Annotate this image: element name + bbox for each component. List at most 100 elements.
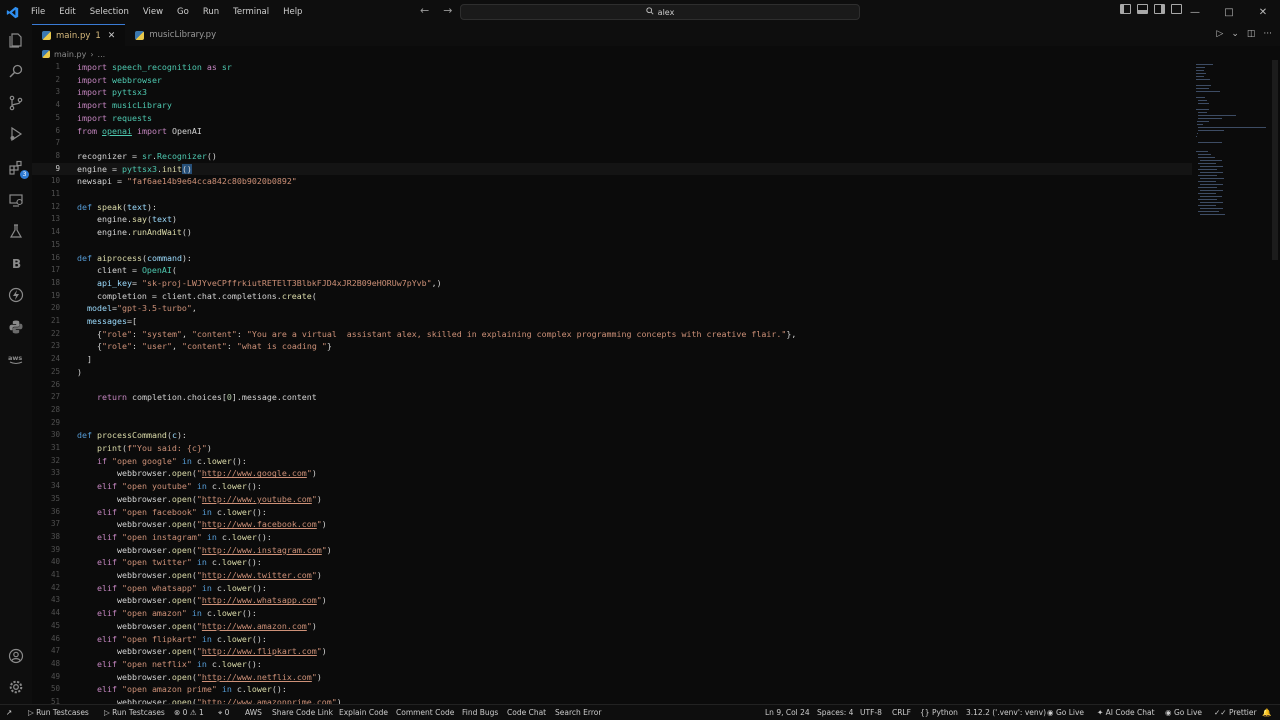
- aws-icon[interactable]: aws: [6, 348, 26, 368]
- breadcrumb-symbol[interactable]: ...: [98, 50, 106, 59]
- run-python-file-icon[interactable]: ▷: [1216, 29, 1223, 39]
- menu-file[interactable]: File: [24, 0, 52, 24]
- code-line[interactable]: 26: [32, 379, 1192, 392]
- code-line[interactable]: 31 print(f"You said: {c}"): [32, 442, 1192, 455]
- status-search-error[interactable]: Search Error: [555, 705, 601, 720]
- status-go-live-1[interactable]: ◉ Go Live: [1047, 705, 1084, 720]
- code-line[interactable]: 37 webbrowser.open("http://www.facebook.…: [32, 518, 1192, 531]
- status-run-testcases-1[interactable]: ▷ Run Testcases: [28, 705, 89, 720]
- python-icon[interactable]: [6, 317, 26, 337]
- code-line[interactable]: 25): [32, 366, 1192, 379]
- more-actions-icon[interactable]: ···: [1263, 29, 1272, 39]
- code-line[interactable]: 39 webbrowser.open("http://www.instagram…: [32, 544, 1192, 557]
- minimize-icon[interactable]: —: [1178, 0, 1212, 24]
- tab-musiclibrary-py[interactable]: musicLibrary.py: [125, 24, 226, 46]
- status-eol[interactable]: CRLF: [892, 705, 911, 720]
- status-ports[interactable]: ⌖ 0: [218, 705, 229, 720]
- code-line[interactable]: 22 {"role": "system", "content": "You ar…: [32, 328, 1192, 341]
- search-view-icon[interactable]: [6, 61, 26, 81]
- scrollbar-thumb[interactable]: [1272, 60, 1278, 260]
- code-line[interactable]: 6 from openai import OpenAI: [32, 125, 1192, 138]
- close-window-icon[interactable]: ✕: [1246, 0, 1280, 24]
- arrow-left-icon[interactable]: ←: [420, 4, 429, 17]
- code-editor[interactable]: 1 import speech_recognition as sr 2 import …: [32, 61, 1192, 704]
- status-prettier[interactable]: ✓✓ Prettier: [1214, 705, 1257, 720]
- code-line[interactable]: 7: [32, 137, 1192, 150]
- code-line[interactable]: 38 elif "open instagram" in c.lower():: [32, 531, 1192, 544]
- notifications-bell-icon[interactable]: 🔔: [1262, 705, 1271, 720]
- status-interpreter[interactable]: 3.12.2 ('.venv': venv): [966, 705, 1046, 720]
- status-indentation[interactable]: Spaces: 4: [817, 705, 853, 720]
- b-extension-icon[interactable]: B: [6, 253, 26, 273]
- code-line[interactable]: 48 elif "open netflix" in c.lower():: [32, 658, 1192, 671]
- code-line[interactable]: 20 model="gpt-3.5-turbo",: [32, 302, 1192, 315]
- menu-terminal[interactable]: Terminal: [226, 0, 276, 24]
- code-line[interactable]: 23 {"role": "user", "content": "what is …: [32, 340, 1192, 353]
- code-line[interactable]: 3 import pyttsx3: [32, 86, 1192, 99]
- code-line[interactable]: 28: [32, 404, 1192, 417]
- code-line[interactable]: 35 webbrowser.open("http://www.youtube.c…: [32, 493, 1192, 506]
- code-line[interactable]: 21 messages=[: [32, 315, 1192, 328]
- maximize-icon[interactable]: □: [1212, 0, 1246, 24]
- status-share-code-link[interactable]: Share Code Link: [272, 705, 333, 720]
- code-line[interactable]: 41 webbrowser.open("http://www.twitter.c…: [32, 569, 1192, 582]
- code-line[interactable]: 40 elif "open twitter" in c.lower():: [32, 556, 1192, 569]
- status-cursor-position[interactable]: Ln 9, Col 24: [765, 705, 810, 720]
- command-center-search[interactable]: alex: [460, 4, 860, 20]
- settings-gear-icon[interactable]: [6, 677, 26, 697]
- tab-main-py[interactable]: main.py 1 ✕: [32, 24, 126, 46]
- code-line[interactable]: 13 engine.say(text): [32, 213, 1192, 226]
- code-line[interactable]: 49 webbrowser.open("http://www.netflix.c…: [32, 671, 1192, 684]
- code-line[interactable]: 45 webbrowser.open("http://www.amazon.co…: [32, 620, 1192, 633]
- split-editor-icon[interactable]: ◫: [1247, 29, 1256, 39]
- status-aws[interactable]: AWS: [245, 705, 262, 720]
- code-line[interactable]: 19 completion = client.chat.completions.…: [32, 290, 1192, 303]
- code-line[interactable]: 32 if "open google" in c.lower():: [32, 455, 1192, 468]
- menu-view[interactable]: View: [136, 0, 170, 24]
- code-line[interactable]: 4 import musicLibrary: [32, 99, 1192, 112]
- code-line[interactable]: 1 import speech_recognition as sr: [32, 61, 1192, 74]
- explorer-icon[interactable]: [6, 30, 26, 50]
- code-line[interactable]: 50 elif "open amazon prime" in c.lower()…: [32, 683, 1192, 696]
- lightning-icon[interactable]: [6, 285, 26, 305]
- testing-flask-icon[interactable]: [6, 221, 26, 241]
- code-line[interactable]: 2 import webbrowser: [32, 74, 1192, 87]
- toggle-panel-icon[interactable]: [1137, 4, 1148, 14]
- status-encoding[interactable]: UTF-8: [860, 705, 882, 720]
- status-comment-code[interactable]: Comment Code: [396, 705, 454, 720]
- extensions-icon[interactable]: 3: [6, 158, 29, 179]
- menu-selection[interactable]: Selection: [83, 0, 136, 24]
- status-explain-code[interactable]: Explain Code: [339, 705, 388, 720]
- code-line[interactable]: 8 recognizer = sr.Recognizer(): [32, 150, 1192, 163]
- source-control-icon[interactable]: [6, 93, 26, 113]
- code-line[interactable]: 34 elif "open youtube" in c.lower():: [32, 480, 1192, 493]
- menu-run[interactable]: Run: [196, 0, 226, 24]
- code-line[interactable]: 46 elif "open flipkart" in c.lower():: [32, 633, 1192, 646]
- code-line[interactable]: 17 client = OpenAI(: [32, 264, 1192, 277]
- code-line[interactable]: 33 webbrowser.open("http://www.google.co…: [32, 467, 1192, 480]
- minimap[interactable]: [1196, 60, 1268, 230]
- toggle-primary-sidebar-icon[interactable]: [1120, 4, 1131, 14]
- code-line[interactable]: 10 newsapi = "faf6ae14b9e64cca842c80b9020…: [32, 175, 1192, 188]
- code-line[interactable]: 51 webbrowser.open("http://www.amazonpri…: [32, 696, 1192, 704]
- code-line[interactable]: 18 api_key= "sk-proj-LWJYveCPffrkiutRETE…: [32, 277, 1192, 290]
- status-ai-code-chat[interactable]: ✦ AI Code Chat: [1097, 705, 1155, 720]
- status-run-testcases-2[interactable]: ▷ Run Testcases: [104, 705, 165, 720]
- code-line[interactable]: 11: [32, 188, 1192, 201]
- code-line[interactable]: 44 elif "open amazon" in c.lower():: [32, 607, 1192, 620]
- code-line[interactable]: 15: [32, 239, 1192, 252]
- code-line[interactable]: 12 def speak(text):: [32, 201, 1192, 214]
- code-line[interactable]: 30 def processCommand(c):: [32, 429, 1192, 442]
- remote-indicator-icon[interactable]: ↗: [6, 705, 12, 720]
- status-problems[interactable]: ⊗ 0 ⚠ 1: [174, 705, 204, 720]
- toggle-secondary-sidebar-icon[interactable]: [1154, 4, 1165, 14]
- code-line[interactable]: 29: [32, 417, 1192, 430]
- code-line[interactable]: 5 import requests: [32, 112, 1192, 125]
- status-code-chat[interactable]: Code Chat: [507, 705, 546, 720]
- code-line[interactable]: 36 elif "open facebook" in c.lower():: [32, 506, 1192, 519]
- code-line[interactable]: 14 engine.runAndWait(): [32, 226, 1192, 239]
- code-line[interactable]: 24 ]: [32, 353, 1192, 366]
- breadcrumb-file[interactable]: main.py: [54, 50, 86, 59]
- close-tab-icon[interactable]: ✕: [108, 31, 116, 41]
- code-line[interactable]: 9 engine = pyttsx3.init(): [32, 162, 1192, 176]
